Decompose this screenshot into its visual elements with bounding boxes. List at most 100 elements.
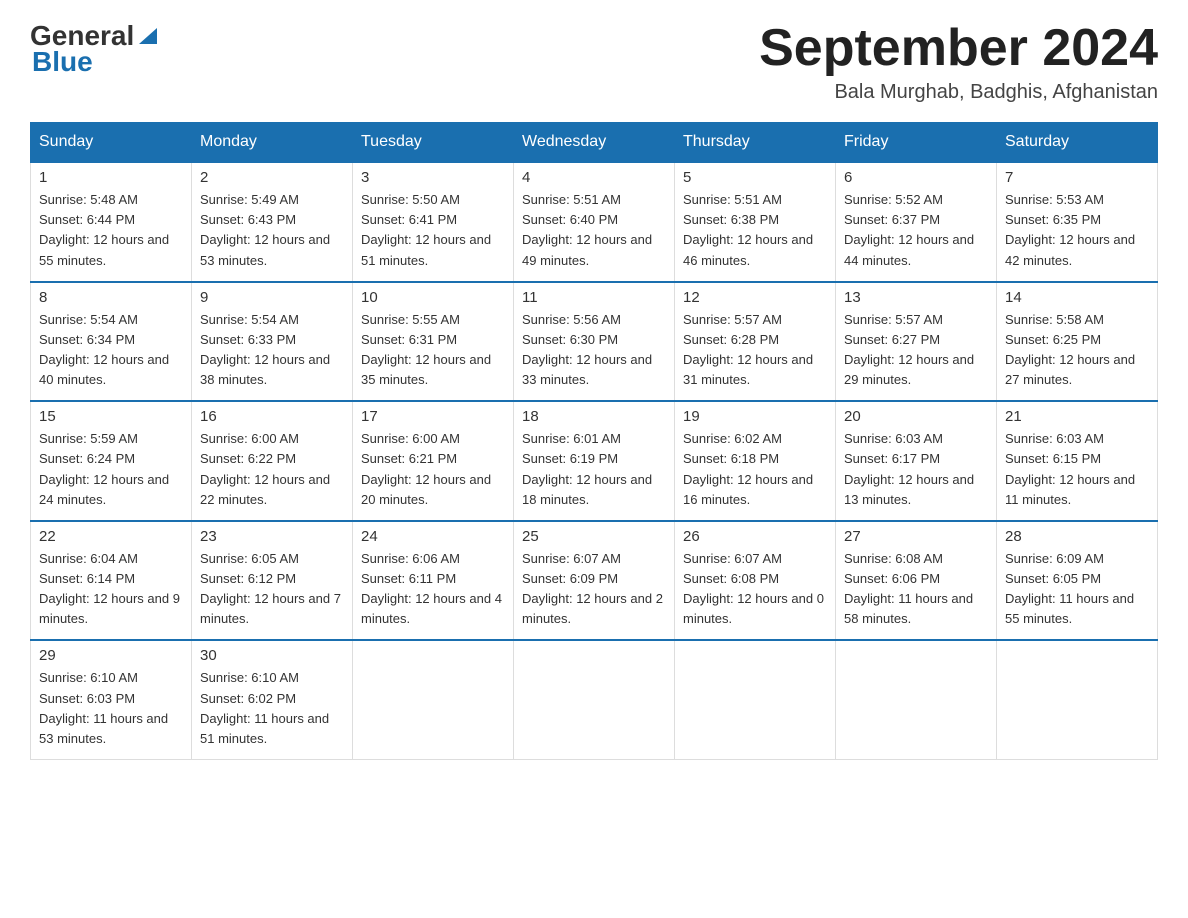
day-number: 15 — [39, 408, 183, 425]
day-info: Sunrise: 5:50 AMSunset: 6:41 PMDaylight:… — [361, 190, 505, 271]
col-header-monday: Monday — [192, 123, 353, 163]
day-number: 20 — [844, 408, 988, 425]
day-number: 25 — [522, 528, 666, 545]
day-number: 18 — [522, 408, 666, 425]
calendar-row: 15 Sunrise: 5:59 AMSunset: 6:24 PMDaylig… — [31, 401, 1158, 521]
calendar-cell: 22 Sunrise: 6:04 AMSunset: 6:14 PMDaylig… — [31, 521, 192, 641]
calendar-cell: 29 Sunrise: 6:10 AMSunset: 6:03 PMDaylig… — [31, 640, 192, 759]
calendar-cell: 26 Sunrise: 6:07 AMSunset: 6:08 PMDaylig… — [675, 521, 836, 641]
calendar-cell: 16 Sunrise: 6:00 AMSunset: 6:22 PMDaylig… — [192, 401, 353, 521]
day-number: 3 — [361, 169, 505, 186]
day-info: Sunrise: 5:52 AMSunset: 6:37 PMDaylight:… — [844, 190, 988, 271]
calendar-cell: 17 Sunrise: 6:00 AMSunset: 6:21 PMDaylig… — [353, 401, 514, 521]
calendar-cell — [997, 640, 1158, 759]
day-info: Sunrise: 5:51 AMSunset: 6:38 PMDaylight:… — [683, 190, 827, 271]
day-info: Sunrise: 5:56 AMSunset: 6:30 PMDaylight:… — [522, 310, 666, 391]
col-header-saturday: Saturday — [997, 123, 1158, 163]
day-info: Sunrise: 6:00 AMSunset: 6:21 PMDaylight:… — [361, 429, 505, 510]
day-info: Sunrise: 6:05 AMSunset: 6:12 PMDaylight:… — [200, 549, 344, 630]
day-info: Sunrise: 6:10 AMSunset: 6:03 PMDaylight:… — [39, 668, 183, 749]
calendar-cell: 7 Sunrise: 5:53 AMSunset: 6:35 PMDayligh… — [997, 162, 1158, 282]
calendar-cell: 28 Sunrise: 6:09 AMSunset: 6:05 PMDaylig… — [997, 521, 1158, 641]
calendar-cell: 1 Sunrise: 5:48 AMSunset: 6:44 PMDayligh… — [31, 162, 192, 282]
location: Bala Murghab, Badghis, Afghanistan — [759, 81, 1158, 104]
calendar-cell: 21 Sunrise: 6:03 AMSunset: 6:15 PMDaylig… — [997, 401, 1158, 521]
day-info: Sunrise: 6:01 AMSunset: 6:19 PMDaylight:… — [522, 429, 666, 510]
day-info: Sunrise: 5:51 AMSunset: 6:40 PMDaylight:… — [522, 190, 666, 271]
day-number: 17 — [361, 408, 505, 425]
calendar-cell: 11 Sunrise: 5:56 AMSunset: 6:30 PMDaylig… — [514, 282, 675, 402]
day-number: 22 — [39, 528, 183, 545]
calendar-cell: 25 Sunrise: 6:07 AMSunset: 6:09 PMDaylig… — [514, 521, 675, 641]
day-info: Sunrise: 6:10 AMSunset: 6:02 PMDaylight:… — [200, 668, 344, 749]
col-header-sunday: Sunday — [31, 123, 192, 163]
calendar-header-row: SundayMondayTuesdayWednesdayThursdayFrid… — [31, 123, 1158, 163]
calendar-cell: 15 Sunrise: 5:59 AMSunset: 6:24 PMDaylig… — [31, 401, 192, 521]
col-header-wednesday: Wednesday — [514, 123, 675, 163]
day-info: Sunrise: 6:09 AMSunset: 6:05 PMDaylight:… — [1005, 549, 1149, 630]
day-info: Sunrise: 5:57 AMSunset: 6:28 PMDaylight:… — [683, 310, 827, 391]
day-number: 11 — [522, 289, 666, 306]
day-number: 9 — [200, 289, 344, 306]
day-info: Sunrise: 5:54 AMSunset: 6:33 PMDaylight:… — [200, 310, 344, 391]
day-info: Sunrise: 5:59 AMSunset: 6:24 PMDaylight:… — [39, 429, 183, 510]
day-number: 4 — [522, 169, 666, 186]
day-info: Sunrise: 5:53 AMSunset: 6:35 PMDaylight:… — [1005, 190, 1149, 271]
calendar-row: 8 Sunrise: 5:54 AMSunset: 6:34 PMDayligh… — [31, 282, 1158, 402]
day-number: 16 — [200, 408, 344, 425]
calendar-cell: 19 Sunrise: 6:02 AMSunset: 6:18 PMDaylig… — [675, 401, 836, 521]
day-number: 19 — [683, 408, 827, 425]
day-info: Sunrise: 6:03 AMSunset: 6:17 PMDaylight:… — [844, 429, 988, 510]
calendar-cell: 3 Sunrise: 5:50 AMSunset: 6:41 PMDayligh… — [353, 162, 514, 282]
col-header-thursday: Thursday — [675, 123, 836, 163]
col-header-friday: Friday — [836, 123, 997, 163]
day-number: 1 — [39, 169, 183, 186]
calendar-cell — [353, 640, 514, 759]
day-info: Sunrise: 6:07 AMSunset: 6:09 PMDaylight:… — [522, 549, 666, 630]
month-title: September 2024 — [759, 20, 1158, 77]
day-info: Sunrise: 5:57 AMSunset: 6:27 PMDaylight:… — [844, 310, 988, 391]
day-number: 8 — [39, 289, 183, 306]
day-info: Sunrise: 5:58 AMSunset: 6:25 PMDaylight:… — [1005, 310, 1149, 391]
calendar-cell: 20 Sunrise: 6:03 AMSunset: 6:17 PMDaylig… — [836, 401, 997, 521]
logo: General Blue — [30, 20, 159, 78]
day-info: Sunrise: 5:54 AMSunset: 6:34 PMDaylight:… — [39, 310, 183, 391]
day-number: 28 — [1005, 528, 1149, 545]
day-number: 5 — [683, 169, 827, 186]
day-number: 2 — [200, 169, 344, 186]
day-number: 12 — [683, 289, 827, 306]
day-number: 27 — [844, 528, 988, 545]
title-block: September 2024 Bala Murghab, Badghis, Af… — [759, 20, 1158, 104]
calendar-cell: 9 Sunrise: 5:54 AMSunset: 6:33 PMDayligh… — [192, 282, 353, 402]
day-number: 21 — [1005, 408, 1149, 425]
calendar-cell: 13 Sunrise: 5:57 AMSunset: 6:27 PMDaylig… — [836, 282, 997, 402]
calendar-cell — [836, 640, 997, 759]
calendar-cell: 5 Sunrise: 5:51 AMSunset: 6:38 PMDayligh… — [675, 162, 836, 282]
logo-triangle-icon — [137, 24, 159, 46]
day-number: 13 — [844, 289, 988, 306]
calendar-cell: 23 Sunrise: 6:05 AMSunset: 6:12 PMDaylig… — [192, 521, 353, 641]
calendar-cell: 4 Sunrise: 5:51 AMSunset: 6:40 PMDayligh… — [514, 162, 675, 282]
col-header-tuesday: Tuesday — [353, 123, 514, 163]
calendar-cell: 24 Sunrise: 6:06 AMSunset: 6:11 PMDaylig… — [353, 521, 514, 641]
calendar-cell: 12 Sunrise: 5:57 AMSunset: 6:28 PMDaylig… — [675, 282, 836, 402]
calendar-cell — [514, 640, 675, 759]
day-info: Sunrise: 6:08 AMSunset: 6:06 PMDaylight:… — [844, 549, 988, 630]
calendar-cell — [675, 640, 836, 759]
day-number: 6 — [844, 169, 988, 186]
logo-blue: Blue — [32, 46, 159, 78]
day-info: Sunrise: 5:48 AMSunset: 6:44 PMDaylight:… — [39, 190, 183, 271]
day-info: Sunrise: 6:03 AMSunset: 6:15 PMDaylight:… — [1005, 429, 1149, 510]
day-number: 24 — [361, 528, 505, 545]
calendar-cell: 10 Sunrise: 5:55 AMSunset: 6:31 PMDaylig… — [353, 282, 514, 402]
calendar-cell: 8 Sunrise: 5:54 AMSunset: 6:34 PMDayligh… — [31, 282, 192, 402]
calendar-cell: 30 Sunrise: 6:10 AMSunset: 6:02 PMDaylig… — [192, 640, 353, 759]
calendar-table: SundayMondayTuesdayWednesdayThursdayFrid… — [30, 122, 1158, 760]
day-info: Sunrise: 6:00 AMSunset: 6:22 PMDaylight:… — [200, 429, 344, 510]
calendar-row: 1 Sunrise: 5:48 AMSunset: 6:44 PMDayligh… — [31, 162, 1158, 282]
calendar-cell: 14 Sunrise: 5:58 AMSunset: 6:25 PMDaylig… — [997, 282, 1158, 402]
day-number: 14 — [1005, 289, 1149, 306]
calendar-row: 22 Sunrise: 6:04 AMSunset: 6:14 PMDaylig… — [31, 521, 1158, 641]
day-number: 30 — [200, 647, 344, 664]
day-info: Sunrise: 6:02 AMSunset: 6:18 PMDaylight:… — [683, 429, 827, 510]
